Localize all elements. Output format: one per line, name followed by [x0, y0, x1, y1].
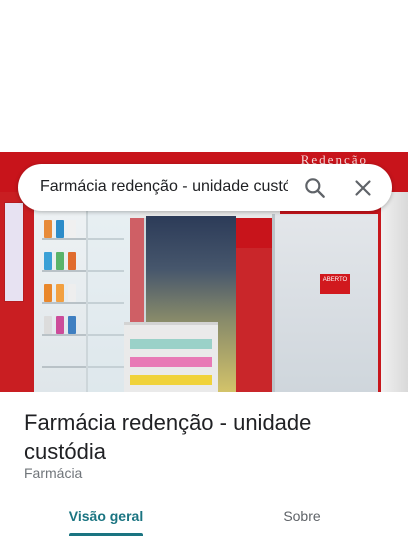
place-title: Farmácia redenção - unidade custódia — [24, 410, 312, 464]
display-shelf-right — [272, 214, 378, 392]
tab-overview[interactable]: Visão geral — [42, 496, 170, 536]
poster — [4, 202, 24, 302]
open-sign: ABERTO — [320, 274, 350, 294]
search-icon[interactable] — [302, 175, 328, 201]
back-wall — [236, 248, 272, 392]
counter — [124, 322, 218, 392]
close-icon[interactable] — [350, 175, 376, 201]
search-bar[interactable]: Farmácia redenção - unidade custódia — [18, 164, 392, 211]
search-input[interactable]: Farmácia redenção - unidade custódia — [40, 178, 288, 198]
right-pillar — [378, 192, 408, 392]
tab-bar: Visão geral Sobre — [0, 496, 408, 540]
place-category: Farmácia — [24, 465, 83, 481]
tab-about[interactable]: Sobre — [238, 496, 366, 536]
active-tab-indicator — [69, 533, 143, 536]
